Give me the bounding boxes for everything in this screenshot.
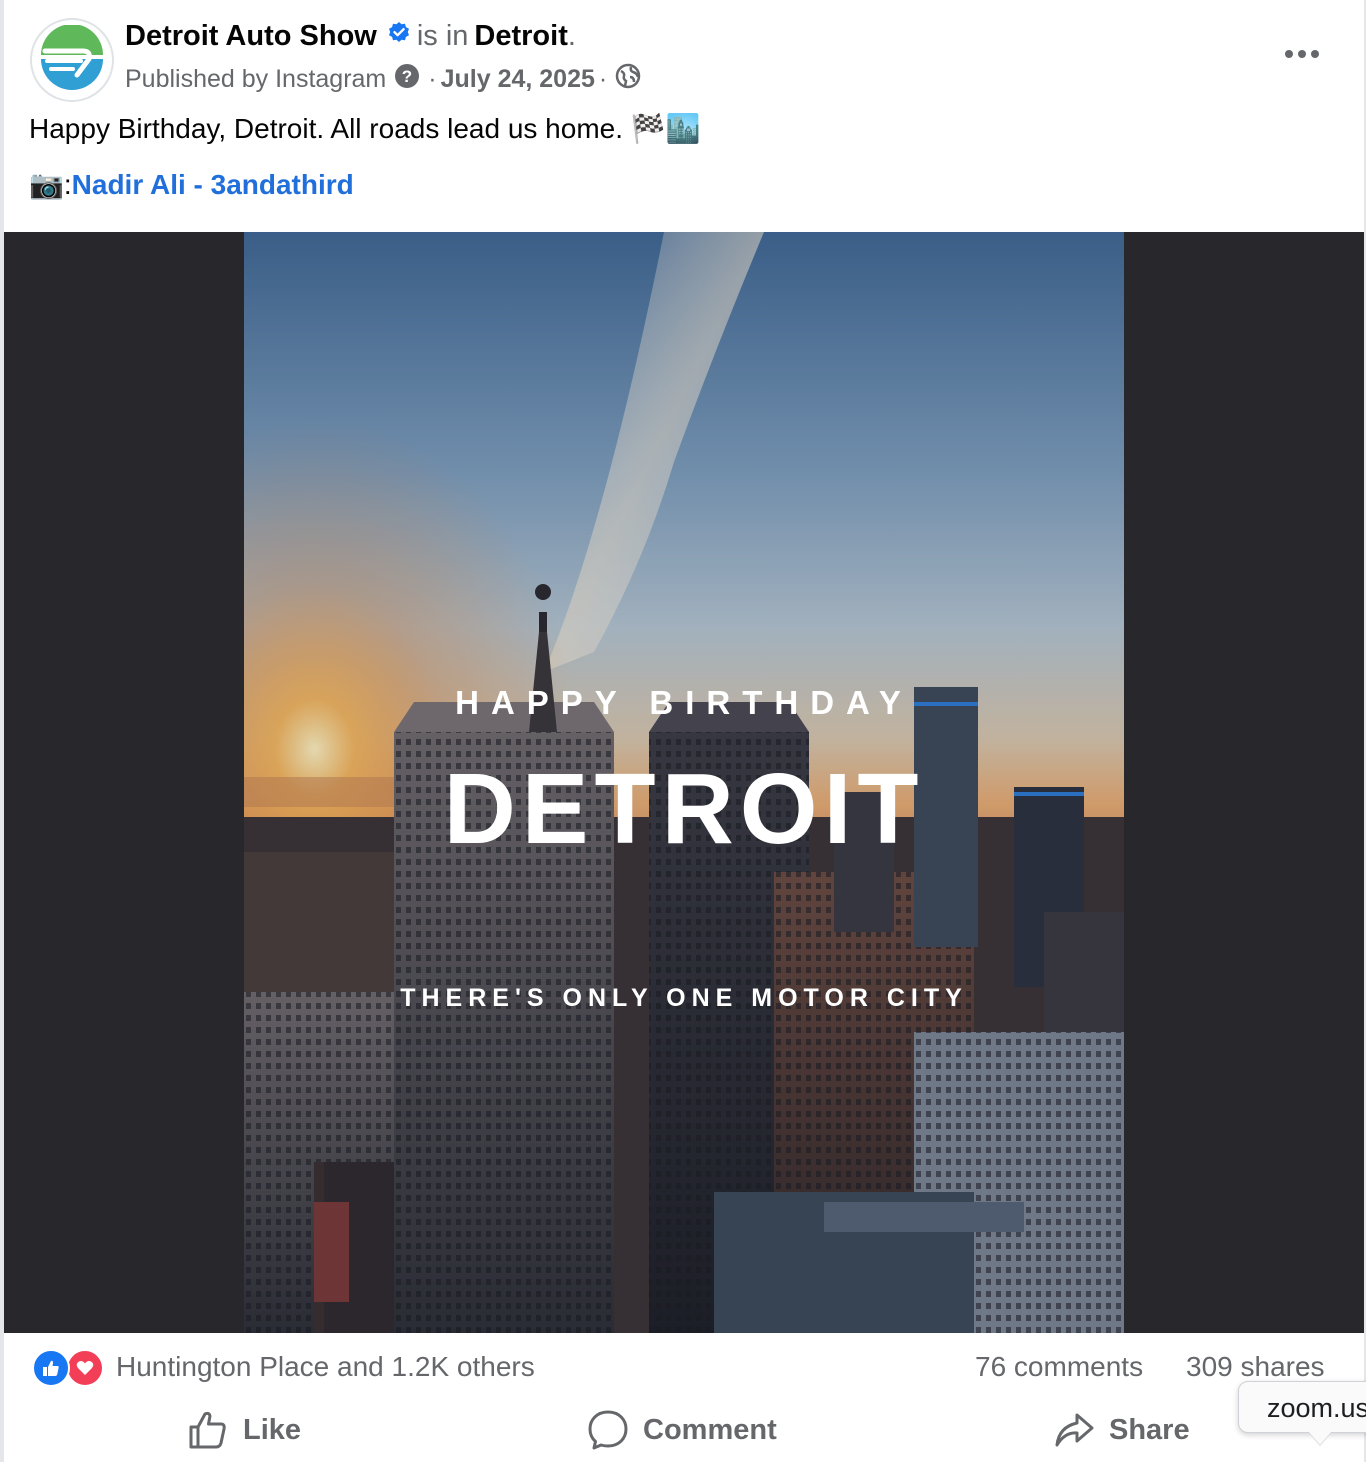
globe-icon[interactable] — [615, 63, 641, 96]
post-header: Detroit Auto Show is in Detroit . — [125, 20, 576, 53]
credit-link[interactable]: Nadir Ali - 3andathird — [72, 169, 354, 201]
photo-credit: 📷: Nadir Ali - 3andathird — [29, 168, 354, 201]
is-in-label: is in — [416, 20, 469, 52]
svg-text:?: ? — [402, 67, 412, 86]
tooltip-arrow — [1308, 1431, 1332, 1445]
post-date[interactable]: July 24, 2025 — [441, 65, 595, 94]
verified-badge-icon — [387, 20, 411, 53]
location-link[interactable]: Detroit — [474, 20, 567, 53]
image-text-detroit: DETROIT — [443, 753, 925, 865]
published-by: Published by Instagram — [125, 65, 387, 93]
meta-separator: · — [428, 65, 437, 93]
share-label: Share — [1109, 1413, 1190, 1446]
love-reaction-icon — [66, 1349, 104, 1387]
media-container[interactable]: HAPPY BIRTHDAY DETROIT THERE'S ONLY ONE … — [4, 232, 1364, 1333]
more-options-button[interactable] — [1280, 36, 1324, 72]
like-button[interactable]: Like — [187, 1406, 301, 1454]
location-suffix: . — [567, 20, 576, 52]
page-avatar[interactable] — [30, 18, 114, 102]
reaction-icons[interactable] — [32, 1349, 108, 1387]
comment-label: Comment — [643, 1413, 777, 1446]
comment-button[interactable]: Comment — [587, 1406, 777, 1454]
like-reaction-icon — [32, 1349, 70, 1387]
post-meta: Published by Instagram ? · July 24, 2025… — [125, 63, 649, 96]
question-icon[interactable]: ? — [394, 63, 420, 96]
reactions-summary[interactable]: Huntington Place and 1.2K others — [116, 1351, 535, 1383]
share-arrow-icon — [1055, 1413, 1094, 1447]
comment-bubble-icon — [588, 1410, 628, 1450]
credit-prefix: 📷: — [29, 169, 72, 200]
post-caption: Happy Birthday, Detroit. All roads lead … — [29, 113, 701, 144]
post-card: Detroit Auto Show is in Detroit . Publis… — [4, 0, 1364, 1462]
share-button[interactable]: Share — [1053, 1406, 1190, 1454]
shares-count[interactable]: 309 shares — [1186, 1351, 1325, 1383]
image-text-happy-birthday: HAPPY BIRTHDAY — [455, 684, 913, 721]
post-photo[interactable]: HAPPY BIRTHDAY DETROIT THERE'S ONLY ONE … — [244, 232, 1124, 1333]
image-text-motor-city: THERE'S ONLY ONE MOTOR CITY — [400, 984, 968, 1012]
thumbs-up-icon — [189, 1411, 226, 1449]
zoom-tooltip: zoom.us — [1238, 1381, 1366, 1433]
action-bar: Like Comment Share — [4, 1398, 1364, 1462]
like-label: Like — [243, 1413, 302, 1446]
detroit-auto-show-logo-icon — [39, 25, 105, 93]
more-options-icon — [1285, 50, 1319, 58]
meta-separator: · — [598, 65, 608, 93]
reactions-bar: Huntington Place and 1.2K others 76 comm… — [4, 1340, 1364, 1398]
author-name[interactable]: Detroit Auto Show — [125, 20, 377, 53]
comments-count[interactable]: 76 comments — [975, 1351, 1143, 1383]
